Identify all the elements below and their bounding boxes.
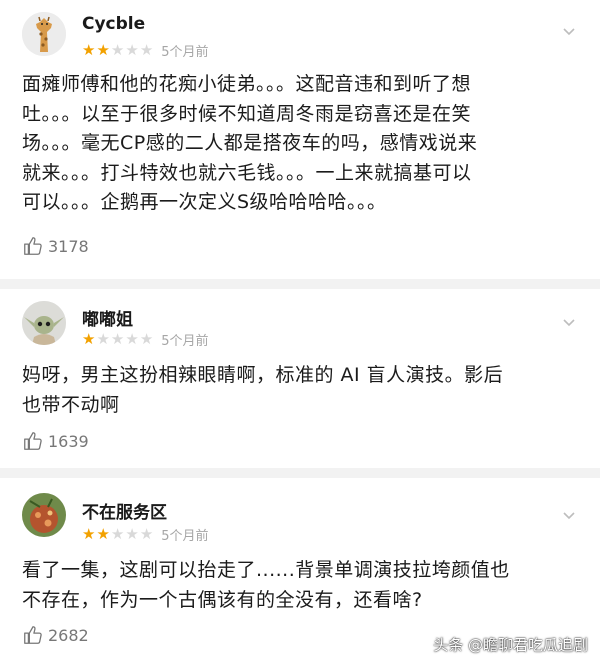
review-content: 看了一集，这剧可以抬走了......背景单调演技拉垮颜值也 不存在，作为一个古偶… [22,559,510,611]
separator [0,279,600,289]
thumbs-up-icon [24,626,42,644]
star-icon: ★ [125,40,139,59]
rating-stars: ★ ★ ★ ★ ★ [82,329,154,348]
user-avatar[interactable] [22,301,66,345]
more-options-icon[interactable] [560,22,578,40]
star-icon: ★ [139,329,154,348]
review-content: 妈呀，男主这扮相辣眼睛啊，标准的 AI 盲人演技。影后 也带不动啊 [22,364,504,416]
rating-stars: ★ ★ ★ ★ ★ [82,40,154,59]
review-card: 嘟嘟姐 ★ ★ ★ ★ ★ 5个月前 妈呀，男主这扮相辣眼睛啊，标准的 AI 盲人演技。… [0,289,600,468]
watermark: 头条 @瞻聊君吃瓜追剧 [433,636,588,654]
star-icon: ★ [125,524,139,543]
rating-stars: ★ ★ ★ ★ ★ [82,524,154,543]
username[interactable]: Cycble [82,14,145,34]
review-meta: ★ ★ ★ ★ ★ 5个月前 [82,40,209,60]
review-meta: ★ ★ ★ ★ ★ 5个月前 [82,524,209,544]
review-card: Cycble ★ ★ ★ ★ ★ 5个月前 面瘫师傅和他的花痴小徒弟。。。这配音违和到听… [0,0,600,289]
star-icon: ★ [96,524,110,543]
star-icon: ★ [110,329,125,348]
like-button[interactable]: 2682 [22,624,89,646]
star-icon: ★ [82,329,96,348]
star-icon: ★ [96,329,110,348]
review-content: 面瘫师傅和他的花痴小徒弟。。。这配音违和到听了想 吐。。。以至于很多时候不知道周… [22,73,478,213]
food-avatar-icon [22,493,66,537]
username[interactable]: 嘟嘟姐 [82,305,133,330]
star-icon: ★ [125,329,139,348]
more-options-icon[interactable] [560,506,578,524]
star-icon: ★ [96,40,110,59]
star-icon: ★ [110,40,125,59]
star-icon: ★ [82,40,96,59]
separator [0,468,600,478]
like-button[interactable]: 3178 [22,235,89,257]
user-avatar[interactable] [22,493,66,537]
like-count: 3178 [48,236,89,256]
star-icon: ★ [139,524,154,543]
thumbs-up-icon [24,432,42,450]
like-count: 1639 [48,431,89,451]
post-time: 5个月前 [161,528,209,544]
more-options-icon[interactable] [560,313,578,331]
star-icon: ★ [139,40,154,59]
star-icon: ★ [110,524,125,543]
giraffe-avatar-icon [22,12,66,56]
user-avatar[interactable] [22,12,66,56]
thumbs-up-icon [24,237,42,255]
post-time: 5个月前 [161,44,209,60]
like-button[interactable]: 1639 [22,430,89,452]
star-icon: ★ [82,524,96,543]
post-time: 5个月前 [161,333,209,349]
review-meta: ★ ★ ★ ★ ★ 5个月前 [82,329,209,349]
like-count: 2682 [48,625,89,645]
baby-yoda-avatar-icon [22,301,66,345]
username[interactable]: 不在服务区 [82,498,167,523]
